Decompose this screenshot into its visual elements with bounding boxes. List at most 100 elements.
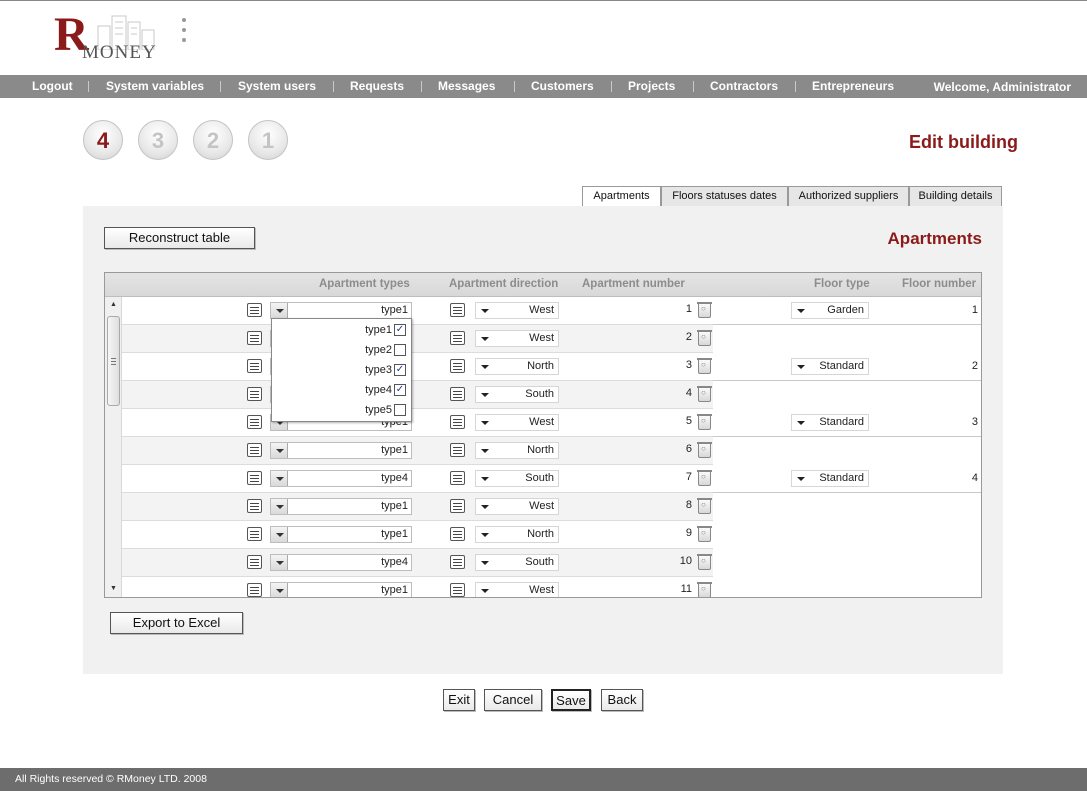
step-1[interactable]: 1: [248, 120, 288, 160]
list-icon[interactable]: [247, 499, 262, 513]
apartment-type-select[interactable]: type4: [270, 554, 412, 571]
apartment-type-select[interactable]: type1: [270, 498, 412, 515]
tab-floors-statuses-dates[interactable]: Floors statuses dates: [661, 186, 788, 207]
dropdown-option[interactable]: type2: [272, 341, 411, 361]
nav-logout[interactable]: Logout: [32, 75, 73, 98]
option-checkbox[interactable]: [394, 404, 406, 416]
tab-authorized-suppliers[interactable]: Authorized suppliers: [788, 186, 909, 207]
apartment-direction-select[interactable]: West: [475, 330, 559, 347]
list-icon[interactable]: [450, 387, 465, 401]
dropdown-option[interactable]: type4 ✓: [272, 381, 411, 401]
nav-projects[interactable]: Projects: [628, 75, 675, 98]
delete-icon[interactable]: [697, 470, 712, 486]
col-floor-number[interactable]: Floor number: [902, 278, 976, 290]
apartment-type-select[interactable]: type1: [270, 302, 412, 319]
list-icon[interactable]: [247, 443, 262, 457]
option-checkbox[interactable]: ✓: [394, 364, 406, 376]
nav-customers[interactable]: Customers: [531, 75, 594, 98]
chevron-down-icon[interactable]: [271, 527, 288, 542]
chevron-down-icon[interactable]: [271, 471, 288, 486]
apartment-type-select[interactable]: type1: [270, 442, 412, 459]
floor-type-select[interactable]: Standard: [791, 414, 869, 431]
apartment-type-select[interactable]: type1: [270, 582, 412, 597]
dropdown-option[interactable]: type5: [272, 401, 411, 421]
list-icon[interactable]: [450, 471, 465, 485]
apartment-direction-select[interactable]: West: [475, 302, 559, 319]
nav-requests[interactable]: Requests: [350, 75, 404, 98]
apartment-type-select[interactable]: type4: [270, 470, 412, 487]
floor-type-select[interactable]: Standard: [791, 358, 869, 375]
apartment-direction-select[interactable]: West: [475, 582, 559, 597]
chevron-down-icon[interactable]: [271, 443, 288, 458]
list-icon[interactable]: [247, 583, 262, 597]
list-icon[interactable]: [450, 331, 465, 345]
nav-contractors[interactable]: Contractors: [710, 75, 778, 98]
chevron-down-icon[interactable]: [271, 555, 288, 570]
back-button[interactable]: Back: [601, 689, 643, 711]
chevron-down-icon[interactable]: [271, 303, 288, 318]
list-icon[interactable]: [247, 555, 262, 569]
chevron-down-icon[interactable]: [271, 583, 288, 597]
list-icon[interactable]: [247, 387, 262, 401]
list-icon[interactable]: [247, 303, 262, 317]
apartment-direction-select[interactable]: North: [475, 358, 559, 375]
nav-entrepreneurs[interactable]: Entrepreneurs: [812, 75, 894, 98]
list-icon[interactable]: [247, 359, 262, 373]
floor-type-select[interactable]: Garden: [791, 302, 869, 319]
grid-scrollbar[interactable]: ▲ ▼: [105, 297, 122, 597]
col-apartment-direction[interactable]: Apartment direction: [449, 278, 558, 290]
save-button[interactable]: Save: [551, 689, 591, 711]
tab-apartments[interactable]: Apartments: [582, 186, 661, 207]
list-icon[interactable]: [450, 303, 465, 317]
nav-system-variables[interactable]: System variables: [106, 75, 204, 98]
list-icon[interactable]: [247, 471, 262, 485]
chevron-down-icon[interactable]: [271, 499, 288, 514]
apartment-direction-select[interactable]: North: [475, 442, 559, 459]
nav-messages[interactable]: Messages: [438, 75, 495, 98]
list-icon[interactable]: [247, 415, 262, 429]
export-to-excel-button[interactable]: Export to Excel: [110, 612, 243, 634]
scroll-down-arrow-icon[interactable]: ▼: [110, 585, 117, 592]
delete-icon[interactable]: [697, 330, 712, 346]
delete-icon[interactable]: [697, 358, 712, 374]
list-icon[interactable]: [450, 555, 465, 569]
delete-icon[interactable]: [697, 302, 712, 318]
nav-system-users[interactable]: System users: [238, 75, 316, 98]
apartment-direction-select[interactable]: West: [475, 498, 559, 515]
delete-icon[interactable]: [697, 526, 712, 542]
reconstruct-table-button[interactable]: Reconstruct table: [104, 227, 255, 249]
step-3[interactable]: 3: [138, 120, 178, 160]
list-icon[interactable]: [450, 443, 465, 457]
list-icon[interactable]: [450, 527, 465, 541]
list-icon[interactable]: [247, 331, 262, 345]
option-checkbox[interactable]: ✓: [394, 384, 406, 396]
list-icon[interactable]: [450, 583, 465, 597]
list-icon[interactable]: [247, 527, 262, 541]
apartment-type-select[interactable]: type1: [270, 526, 412, 543]
tab-building-details[interactable]: Building details: [909, 186, 1002, 207]
apartment-direction-select[interactable]: South: [475, 554, 559, 571]
delete-icon[interactable]: [697, 498, 712, 514]
apartment-direction-select[interactable]: South: [475, 386, 559, 403]
col-apartment-number[interactable]: Apartment number: [582, 278, 685, 290]
apartment-direction-select[interactable]: North: [475, 526, 559, 543]
step-4[interactable]: 4: [83, 120, 123, 160]
col-floor-type[interactable]: Floor type: [814, 278, 870, 290]
exit-button[interactable]: Exit: [443, 689, 475, 711]
list-icon[interactable]: [450, 359, 465, 373]
scroll-thumb[interactable]: [107, 316, 120, 406]
step-2[interactable]: 2: [193, 120, 233, 160]
cancel-button[interactable]: Cancel: [484, 689, 542, 711]
list-icon[interactable]: [450, 415, 465, 429]
list-icon[interactable]: [450, 499, 465, 513]
delete-icon[interactable]: [697, 582, 712, 597]
apartment-direction-select[interactable]: South: [475, 470, 559, 487]
dropdown-option[interactable]: type3 ✓: [272, 361, 411, 381]
delete-icon[interactable]: [697, 442, 712, 458]
dropdown-option[interactable]: type1 ✓: [272, 321, 411, 341]
delete-icon[interactable]: [697, 554, 712, 570]
delete-icon[interactable]: [697, 414, 712, 430]
option-checkbox[interactable]: [394, 344, 406, 356]
option-checkbox[interactable]: ✓: [394, 324, 406, 336]
scroll-up-arrow-icon[interactable]: ▲: [110, 301, 117, 308]
